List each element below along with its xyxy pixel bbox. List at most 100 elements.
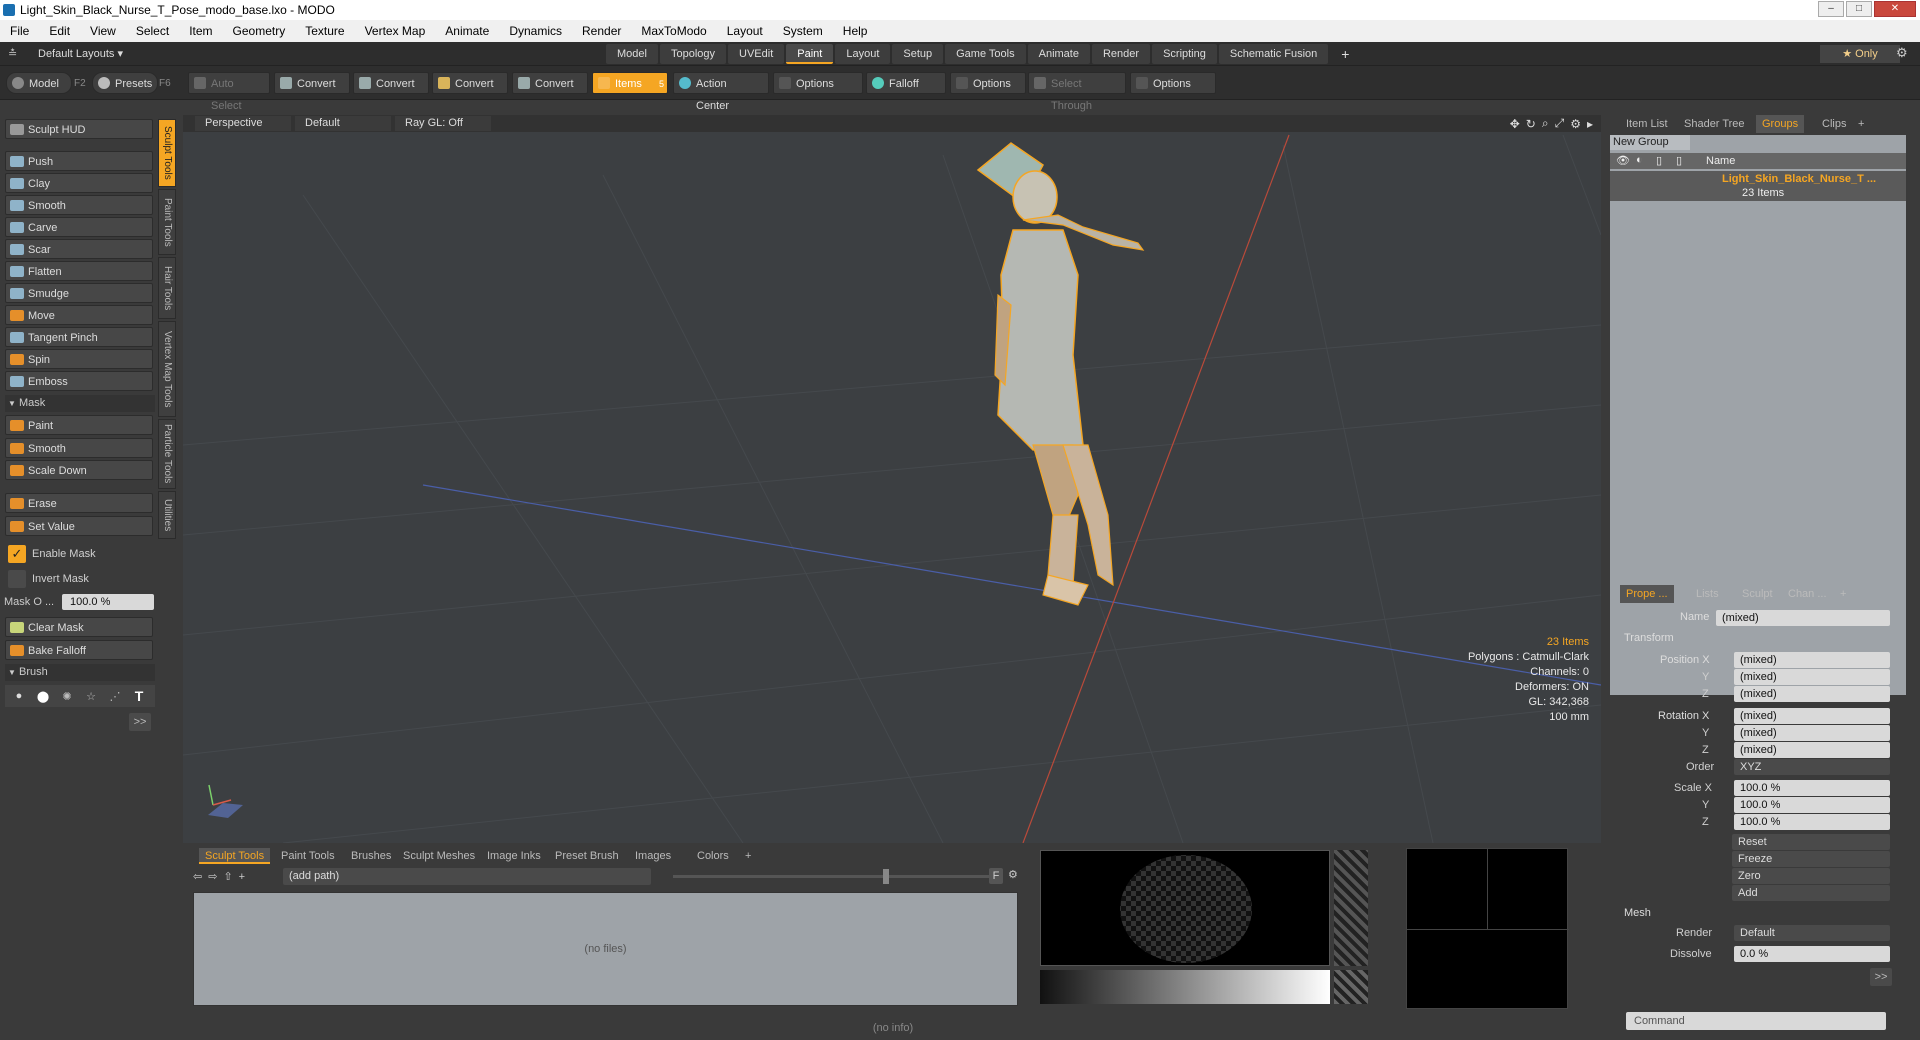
vtab-vertex-map-tools[interactable]: Vertex Map Tools xyxy=(158,321,176,417)
brush-section-header[interactable]: ▼ Brush xyxy=(5,664,155,681)
btab-image-inks[interactable]: Image Inks xyxy=(481,848,547,864)
rotation-x-field[interactable]: (mixed) xyxy=(1734,708,1890,724)
rotation-z-field[interactable]: (mixed) xyxy=(1734,742,1890,758)
select-through-button[interactable]: Select Through xyxy=(1028,72,1126,112)
mask-set-value[interactable]: Set Value xyxy=(5,516,153,536)
splatter-brush-icon[interactable]: ✺ xyxy=(57,690,77,703)
mini-viewport[interactable] xyxy=(1406,848,1569,1009)
falloff-button[interactable]: Falloff xyxy=(866,72,946,94)
btab-sculpt-meshes[interactable]: Sculpt Meshes xyxy=(397,848,481,864)
pan-icon[interactable]: ✥ xyxy=(1510,117,1520,131)
presets-button[interactable]: Presets xyxy=(92,72,158,94)
viewport-more-icon[interactable]: ▸ xyxy=(1587,117,1593,131)
btab-colors[interactable]: Colors xyxy=(691,848,735,864)
menu-edit[interactable]: Edit xyxy=(49,20,70,42)
default-layouts-dropdown[interactable]: Default Layouts ▾ xyxy=(38,47,123,60)
tool-clay[interactable]: Clay xyxy=(5,173,153,193)
invert-mask-checkbox[interactable] xyxy=(8,570,26,588)
thumb-size-slider[interactable] xyxy=(673,875,1003,878)
add-icon[interactable]: + xyxy=(239,871,245,883)
visibility-icon[interactable]: 👁 xyxy=(1616,154,1630,167)
select-icon[interactable]: ▯ xyxy=(1676,154,1682,167)
btab-images[interactable]: Images xyxy=(629,848,677,864)
rtab-groups[interactable]: Groups xyxy=(1756,115,1805,133)
ptab-lists[interactable]: Lists xyxy=(1690,585,1725,603)
menu-dynamics[interactable]: Dynamics xyxy=(509,20,562,42)
options-button-3[interactable]: Options xyxy=(1130,72,1216,94)
mesh-header[interactable]: Mesh xyxy=(1624,907,1651,919)
btab-sculpt-tools[interactable]: Sculpt Tools xyxy=(199,848,271,864)
menu-item[interactable]: Item xyxy=(189,20,212,42)
star-brush-icon[interactable]: ☆ xyxy=(81,690,101,703)
zero-dropdown[interactable]: Zero xyxy=(1732,868,1890,884)
scale-x-field[interactable]: 100.0 % xyxy=(1734,780,1890,796)
rtab-add[interactable]: + xyxy=(1852,115,1870,133)
up-folder-icon[interactable]: ⇧ xyxy=(223,870,232,883)
shading-dropdown[interactable]: Default xyxy=(295,116,391,131)
tab-setup[interactable]: Setup xyxy=(892,44,944,64)
tab-game-tools[interactable]: Game Tools xyxy=(945,44,1026,64)
tab-topology[interactable]: Topology xyxy=(659,44,727,64)
text-brush-icon[interactable]: T xyxy=(129,688,149,704)
convert-button-2[interactable]: Convert xyxy=(353,72,429,94)
menu-help[interactable]: Help xyxy=(843,20,868,42)
render-icon[interactable]: ◐ xyxy=(1636,154,1643,166)
tab-scripting[interactable]: Scripting xyxy=(1152,44,1217,64)
minimize-button[interactable]: – xyxy=(1818,1,1844,17)
back-arrow-icon[interactable]: ⇦ xyxy=(193,870,202,883)
menu-view[interactable]: View xyxy=(90,20,116,42)
ptab-channels[interactable]: Chan ... xyxy=(1782,585,1833,603)
scale-y-field[interactable]: 100.0 % xyxy=(1734,797,1890,813)
group-row[interactable]: Light_Skin_Black_Nurse_T ... 23 Items xyxy=(1610,171,1906,201)
vtab-paint-tools[interactable]: Paint Tools xyxy=(158,189,176,255)
file-browser-area[interactable]: (no files) xyxy=(193,892,1018,1006)
f-button[interactable]: F xyxy=(989,868,1003,884)
menu-select[interactable]: Select xyxy=(136,20,169,42)
bottom-settings-icon[interactable]: ⚙ xyxy=(1008,868,1018,881)
transform-header[interactable]: Transform xyxy=(1624,632,1674,644)
tool-flatten[interactable]: Flatten xyxy=(5,261,153,281)
menu-layout[interactable]: Layout xyxy=(727,20,763,42)
ray-gl-toggle[interactable]: Ray GL: Off xyxy=(395,116,491,131)
gear-icon[interactable]: ⚙ xyxy=(1896,45,1908,61)
3d-viewport[interactable]: 23 Items Polygons : Catmull-Clark Channe… xyxy=(183,115,1601,843)
rtab-item-list[interactable]: Item List xyxy=(1620,115,1674,133)
render-dropdown[interactable]: Default xyxy=(1734,925,1890,941)
dissolve-field[interactable]: 0.0 % xyxy=(1734,946,1890,962)
rtab-shader-tree[interactable]: Shader Tree xyxy=(1678,115,1751,133)
slider-handle[interactable] xyxy=(883,869,889,884)
tab-schematic-fusion[interactable]: Schematic Fusion xyxy=(1218,44,1329,64)
fit-icon[interactable]: ⤢ xyxy=(1555,116,1565,131)
tool-emboss[interactable]: Emboss xyxy=(5,371,153,391)
viewport-settings-icon[interactable]: ⚙ xyxy=(1570,117,1581,131)
only-toggle[interactable]: ★ Only xyxy=(1820,45,1900,63)
ptab-sculpt[interactable]: Sculpt xyxy=(1736,585,1779,603)
mask-erase[interactable]: Erase xyxy=(5,493,153,513)
order-dropdown[interactable]: XYZ xyxy=(1734,759,1890,775)
position-z-field[interactable]: (mixed) xyxy=(1734,686,1890,702)
vtab-utilities[interactable]: Utilities xyxy=(158,491,176,539)
tab-animate[interactable]: Animate xyxy=(1027,44,1090,64)
tool-smooth[interactable]: Smooth xyxy=(5,195,153,215)
btab-brushes[interactable]: Brushes xyxy=(345,848,397,864)
soft-brush-icon[interactable]: ● xyxy=(9,690,29,702)
scale-z-field[interactable]: 100.0 % xyxy=(1734,814,1890,830)
items-button[interactable]: Items 5 xyxy=(592,72,668,94)
tab-paint[interactable]: Paint xyxy=(786,44,834,64)
name-field[interactable]: (mixed) xyxy=(1716,610,1890,626)
mask-smooth[interactable]: Smooth xyxy=(5,438,153,458)
maximize-button[interactable]: □ xyxy=(1846,1,1872,17)
mask-paint[interactable]: Paint xyxy=(5,415,153,435)
perspective-dropdown[interactable]: Perspective xyxy=(195,116,291,131)
vtab-sculpt-tools[interactable]: Sculpt Tools xyxy=(158,119,176,187)
props-more-button[interactable]: >> xyxy=(1870,968,1892,986)
options-button-1[interactable]: Options xyxy=(773,72,863,94)
vtab-particle-tools[interactable]: Particle Tools xyxy=(158,419,176,489)
stroke-brush-icon[interactable]: ⋰ xyxy=(105,690,125,703)
tab-layout[interactable]: Layout xyxy=(835,44,891,64)
tool-push[interactable]: Push xyxy=(5,151,153,171)
add-tab-button[interactable]: + xyxy=(1330,44,1360,64)
mask-scale-down[interactable]: Scale Down xyxy=(5,460,153,480)
vtab-hair-tools[interactable]: Hair Tools xyxy=(158,257,176,319)
rtab-clips[interactable]: Clips xyxy=(1816,115,1852,133)
